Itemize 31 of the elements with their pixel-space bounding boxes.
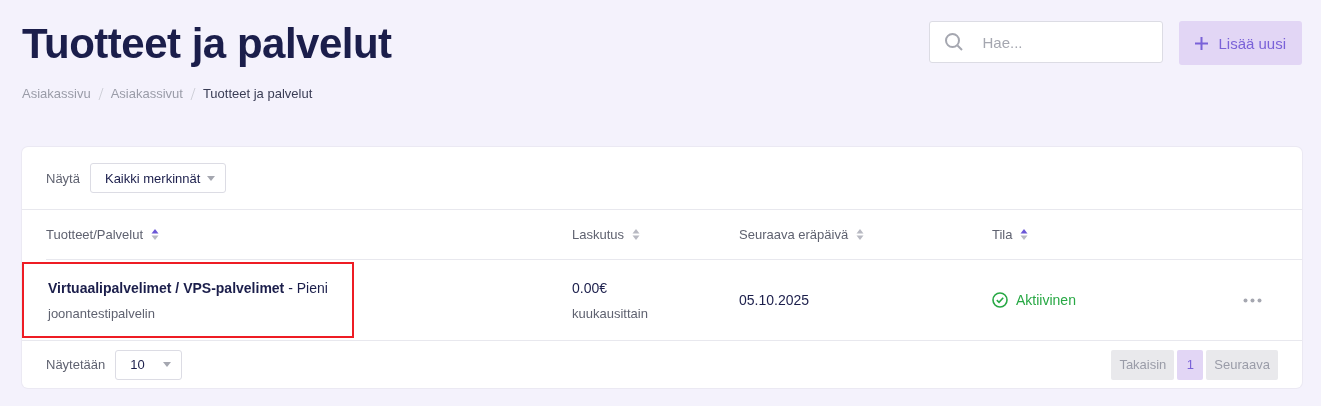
search-icon bbox=[944, 32, 965, 52]
page-title: Tuotteet ja palvelut bbox=[22, 19, 392, 69]
check-circle-icon bbox=[992, 292, 1008, 308]
filter-dropdown[interactable]: Kaikki merkinnät bbox=[89, 163, 226, 193]
column-header: Tila bbox=[992, 227, 1013, 242]
column-header: Laskutus bbox=[572, 227, 625, 242]
caret-icon bbox=[163, 362, 172, 367]
caret-icon bbox=[206, 175, 215, 181]
billing-amount: 0.00€ bbox=[572, 279, 609, 296]
page-size-dropdown[interactable]: 10 bbox=[115, 349, 183, 380]
breadcrumb-link[interactable]: Asiakassivu bbox=[22, 86, 91, 101]
plus-icon bbox=[1195, 36, 1209, 50]
breadcrumb-link[interactable]: Tuotteet ja palvelut bbox=[202, 86, 313, 101]
status-label: Aktiivinen bbox=[992, 292, 1242, 308]
billing-cycle: kuukausittain bbox=[572, 305, 649, 321]
sort-icon[interactable] bbox=[1020, 228, 1029, 241]
add-new-button[interactable]: Lisää uusi bbox=[1179, 21, 1302, 65]
breadcrumb-link[interactable]: Asiakassivut bbox=[110, 86, 183, 101]
product-name: joonantestipalvelin bbox=[48, 305, 156, 321]
sort-icon[interactable] bbox=[151, 228, 160, 241]
more-dots-icon bbox=[1242, 297, 1262, 303]
page-number-button[interactable]: 1 bbox=[1177, 349, 1204, 380]
due-date: 05.10.2025 bbox=[739, 292, 811, 308]
separator-icon bbox=[97, 87, 104, 100]
separator-icon bbox=[189, 87, 196, 100]
page-size-label: Näytetään bbox=[46, 357, 106, 372]
product-title[interactable]: Virtuaalipalvelimet / VPS-palvelimet - Pieni bbox=[48, 279, 352, 296]
filter-label: Näytä bbox=[46, 170, 80, 186]
column-header: Seuraava eräpäivä bbox=[739, 227, 849, 242]
search-field[interactable]: Hae... bbox=[929, 21, 1164, 63]
column-header: Tuotteet/Palvelut bbox=[46, 227, 144, 242]
